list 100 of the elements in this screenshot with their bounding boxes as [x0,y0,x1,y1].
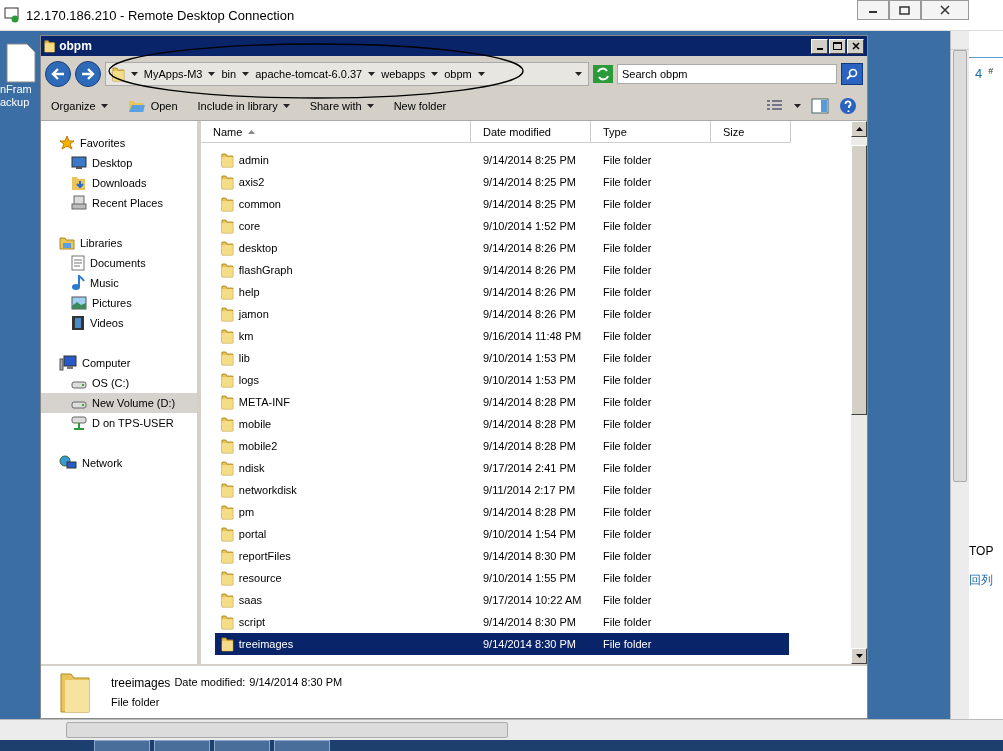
column-header[interactable]: Type [591,121,711,143]
nav-item[interactable]: Libraries [41,233,197,253]
forward-arrow-icon [81,68,95,80]
toolbar-button[interactable]: Open [127,99,178,113]
address-bar[interactable]: MyApps-M3 bin apache-tomcat-6.0.37 webapps obpm [105,62,589,86]
folder-icon [221,438,234,454]
network-icon [59,455,77,471]
maximize-icon [833,42,842,50]
file-row[interactable]: flashGraph 9/14/2014 8:26 PM File folder [215,259,789,281]
file-row[interactable]: ndisk 9/17/2014 2:41 PM File folder [215,457,789,479]
file-row[interactable]: lib 9/10/2014 1:53 PM File folder [215,347,789,369]
folder-icon [221,240,234,256]
column-header[interactable]: Name [201,121,471,143]
breadcrumb[interactable]: bin [221,68,237,80]
view-options-icon[interactable] [766,99,784,113]
file-row[interactable]: reportFiles 9/14/2014 8:30 PM File folder [215,545,789,567]
folder-icon [221,218,234,234]
nav-item[interactable]: D on TPS-USER [41,413,197,433]
folder-icon [221,416,234,432]
file-row[interactable]: common 9/14/2014 8:25 PM File folder [215,193,789,215]
desktop-icon-label: ackup [0,96,30,109]
download-folder-icon [71,175,87,191]
breadcrumb[interactable]: obpm [444,68,472,80]
file-row[interactable]: script 9/14/2014 8:30 PM File folder [215,611,789,633]
folder-icon [221,394,234,410]
back-button[interactable] [45,61,71,87]
folder-icon [221,526,234,542]
top-link[interactable]: TOP [969,544,1003,558]
restore-button[interactable] [889,0,921,20]
folder-icon [221,570,234,586]
forward-button[interactable] [75,61,101,87]
breadcrumb[interactable]: apache-tomcat-6.0.37 [255,68,363,80]
nav-item[interactable]: Favorites [41,133,197,153]
caret-icon [366,104,374,108]
folder-icon [221,262,234,278]
date-label: Date modified: [174,676,246,690]
breadcrumb[interactable]: webapps [381,68,426,80]
nav-item[interactable]: New Volume (D:) [41,393,197,413]
search-button[interactable] [841,63,863,85]
nav-item[interactable]: Music [41,273,197,293]
file-row[interactable]: pm 9/14/2014 8:28 PM File folder [215,501,789,523]
search-field[interactable]: Search obpm [617,64,837,84]
folder-icon [221,504,234,520]
nav-item[interactable]: Desktop [41,153,197,173]
nav-item[interactable]: Documents [41,253,197,273]
maximize-button[interactable] [829,38,846,54]
column-header[interactable]: Date modified [471,121,591,143]
toolbar-button[interactable]: Include in library [197,100,290,112]
help-icon[interactable] [839,97,857,115]
folder-icon [221,482,234,498]
file-row[interactable]: desktop 9/14/2014 8:26 PM File folder [215,237,789,259]
library-icon [59,235,75,251]
file-row[interactable]: mobile 9/14/2014 8:28 PM File folder [215,413,789,435]
file-row[interactable]: km 9/16/2014 11:48 PM File folder [215,325,789,347]
folder-icon [221,306,234,322]
minimize-button[interactable] [857,0,889,20]
caret-icon [368,72,376,76]
toolbar-button[interactable]: New folder [393,100,447,112]
toolbar-button[interactable]: Share with [309,100,374,112]
folder-icon [59,670,91,714]
file-row[interactable]: resource 9/10/2014 1:55 PM File folder [215,567,789,589]
folder-icon [221,636,234,652]
file-row[interactable]: admin 9/14/2014 8:25 PM File folder [215,149,789,171]
preview-pane-icon[interactable] [811,98,829,114]
folder-icon [221,614,234,630]
file-row[interactable]: mobile2 9/14/2014 8:28 PM File folder [215,435,789,457]
folder-icon [221,548,234,564]
nav-item[interactable]: Downloads [41,173,197,193]
file-row[interactable]: axis2 9/14/2014 8:25 PM File folder [215,171,789,193]
folder-icon [44,39,56,53]
caret-icon [100,104,108,108]
nav-item[interactable]: Pictures [41,293,197,313]
recent-icon [71,195,87,211]
remote-desktop-icon [4,7,20,23]
file-row[interactable]: treeimages 9/14/2014 8:30 PM File folder [215,633,789,655]
folder-icon [221,328,234,344]
file-type: File folder [111,696,161,708]
nav-item[interactable]: Network [41,453,197,473]
file-row[interactable]: META-INF 9/14/2014 8:28 PM File folder [215,391,789,413]
nav-item[interactable]: Recent Places [41,193,197,213]
window-title: 12.170.186.210 - Remote Desktop Connection [26,7,295,23]
file-row[interactable]: core 9/10/2014 1:52 PM File folder [215,215,789,237]
date-value: 9/14/2014 8:30 PM [249,676,343,690]
network-drive-icon [71,415,87,431]
nav-item[interactable]: OS (C:) [41,373,197,393]
nav-item[interactable]: Videos [41,313,197,333]
breadcrumb[interactable]: MyApps-M3 [143,68,203,80]
film-icon [71,315,85,331]
refresh-icon[interactable] [593,65,613,83]
nav-item[interactable]: Computer [41,353,197,373]
caret-icon [794,104,801,108]
file-row[interactable]: saas 9/17/2014 10:22 AM File folder [215,589,789,611]
file-row[interactable]: jamon 9/14/2014 8:26 PM File folder [215,303,789,325]
toolbar-button[interactable]: Organize [51,100,108,112]
file-row[interactable]: networkdisk 9/11/2014 2:17 PM File folder [215,479,789,501]
file-row[interactable]: help 9/14/2014 8:26 PM File folder [215,281,789,303]
back-to-list-link[interactable]: 回列 [969,572,1003,589]
column-header[interactable]: Size [711,121,791,143]
file-row[interactable]: logs 9/10/2014 1:53 PM File folder [215,369,789,391]
file-row[interactable]: portal 9/10/2014 1:54 PM File folder [215,523,789,545]
